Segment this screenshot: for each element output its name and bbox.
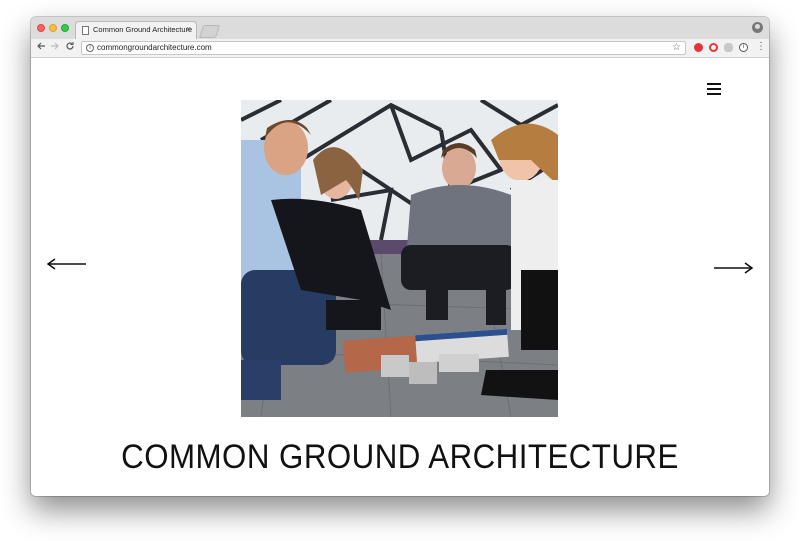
title-bar: Common Ground Architecture × xyxy=(31,17,769,40)
site-title: COMMON GROUND ARCHITECTURE xyxy=(121,438,679,476)
next-slide-button[interactable] xyxy=(714,261,754,274)
browser-menu-icon[interactable]: ⋮ xyxy=(756,41,766,53)
address-bar[interactable]: i commongroundarchitecture.com ☆ xyxy=(81,41,686,55)
pinterest-extension-icon[interactable] xyxy=(694,43,703,52)
info-extension-icon[interactable]: i xyxy=(739,43,748,52)
new-tab-button[interactable] xyxy=(198,25,221,38)
window-maximize-button[interactable] xyxy=(61,24,69,32)
arrow-right-icon xyxy=(714,262,754,274)
site-info-icon[interactable]: i xyxy=(86,44,94,52)
previous-slide-button[interactable] xyxy=(46,257,86,270)
window-minimize-button[interactable] xyxy=(49,24,57,32)
slideshow-photo xyxy=(241,100,558,417)
forward-arrow-icon[interactable] xyxy=(50,41,60,55)
browser-tab[interactable]: Common Ground Architecture × xyxy=(75,21,197,39)
browser-window: Common Ground Architecture × i commongro… xyxy=(31,17,769,496)
web-page: COMMON GROUND ARCHITECTURE xyxy=(31,58,769,496)
arrow-left-icon xyxy=(46,258,86,270)
opera-extension-icon[interactable] xyxy=(709,43,718,52)
profile-icon[interactable] xyxy=(752,22,763,33)
browser-toolbar: i commongroundarchitecture.com ☆ i ⋮ xyxy=(31,39,769,58)
tab-title: Common Ground Architecture xyxy=(93,25,193,34)
page-icon xyxy=(82,26,89,35)
cloud-extension-icon[interactable] xyxy=(724,43,733,52)
tab-close-icon[interactable]: × xyxy=(186,24,191,34)
reload-icon[interactable] xyxy=(65,41,75,55)
back-arrow-icon[interactable] xyxy=(36,41,46,55)
window-close-button[interactable] xyxy=(37,24,45,32)
bookmark-star-icon[interactable]: ☆ xyxy=(672,42,681,53)
menu-button[interactable] xyxy=(707,83,721,95)
team-photo-image xyxy=(241,100,558,417)
url-text: commongroundarchitecture.com xyxy=(97,43,212,52)
